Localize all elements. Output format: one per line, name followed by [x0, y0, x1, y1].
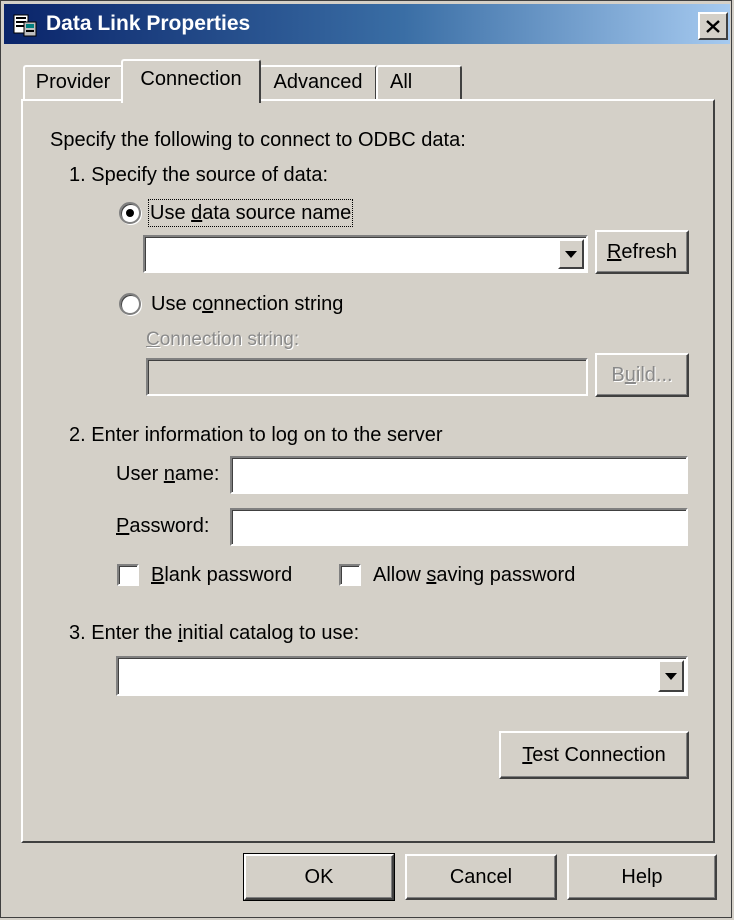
cancel-button[interactable]: Cancel — [405, 854, 557, 900]
build-label: Build... — [611, 363, 673, 386]
username-label: User name: — [116, 463, 220, 485]
ok-button[interactable]: OK — [243, 853, 395, 901]
close-button[interactable] — [698, 12, 728, 40]
password-label: Password: — [116, 515, 210, 537]
intro-text: Specify the following to connect to ODBC… — [50, 129, 466, 151]
ok-label: OK — [304, 865, 334, 888]
title-bar[interactable]: Data Link Properties — [4, 4, 730, 44]
step3-heading: 3. Enter the initial catalog to use: — [69, 622, 360, 644]
refresh-button[interactable]: Refresh — [595, 230, 689, 274]
allow-saving-password-checkbox[interactable] — [339, 564, 361, 586]
catalog-dropdown-button[interactable] — [658, 660, 684, 692]
data-link-icon — [13, 14, 37, 37]
use-data-source-name-label[interactable]: Use data source name — [147, 199, 354, 227]
tab-label: Provider — [35, 71, 111, 93]
tab-all[interactable]: All — [376, 65, 462, 99]
blank-password-label[interactable]: Blank password — [151, 563, 292, 587]
connection-string-label: Connection string: — [146, 329, 300, 350]
tab-advanced[interactable]: Advanced — [259, 65, 377, 99]
help-button[interactable]: Help — [567, 854, 717, 900]
password-input[interactable] — [230, 508, 688, 546]
tab-provider[interactable]: Provider — [23, 65, 123, 99]
tab-label: All — [390, 71, 413, 93]
chevron-down-icon — [665, 672, 677, 680]
close-icon — [706, 19, 720, 33]
use-connection-string-radio[interactable] — [119, 293, 141, 315]
refresh-label: Refresh — [606, 240, 678, 263]
data-link-properties-dialog: Data Link Properties Provider Connection… — [0, 0, 732, 918]
window-title: Data Link Properties — [46, 12, 251, 35]
use-connection-string-label[interactable]: Use connection string — [151, 292, 343, 316]
step1-heading: 1. Specify the source of data: — [69, 164, 329, 186]
allow-saving-password-label[interactable]: Allow saving password — [373, 563, 575, 587]
tab-label: Connection — [140, 68, 242, 90]
build-button[interactable]: Build... — [595, 353, 689, 397]
data-source-name-select[interactable] — [143, 235, 588, 273]
initial-catalog-select[interactable] — [116, 656, 688, 696]
help-label: Help — [621, 865, 663, 888]
step2-heading: 2. Enter information to log on to the se… — [69, 424, 443, 446]
tab-connection[interactable]: Connection — [121, 59, 261, 103]
username-input[interactable] — [230, 456, 688, 494]
connection-string-input[interactable] — [146, 358, 588, 396]
chevron-down-icon — [565, 250, 577, 258]
blank-password-checkbox[interactable] — [117, 564, 139, 586]
tab-label: Advanced — [273, 71, 363, 93]
test-connection-button[interactable]: Test Connection — [499, 731, 689, 779]
use-data-source-name-radio[interactable] — [119, 202, 141, 224]
radio-selected-dot — [126, 209, 134, 217]
cancel-label: Cancel — [449, 865, 513, 888]
test-connection-label: Test Connection — [522, 743, 666, 766]
dsn-dropdown-button[interactable] — [558, 239, 584, 269]
